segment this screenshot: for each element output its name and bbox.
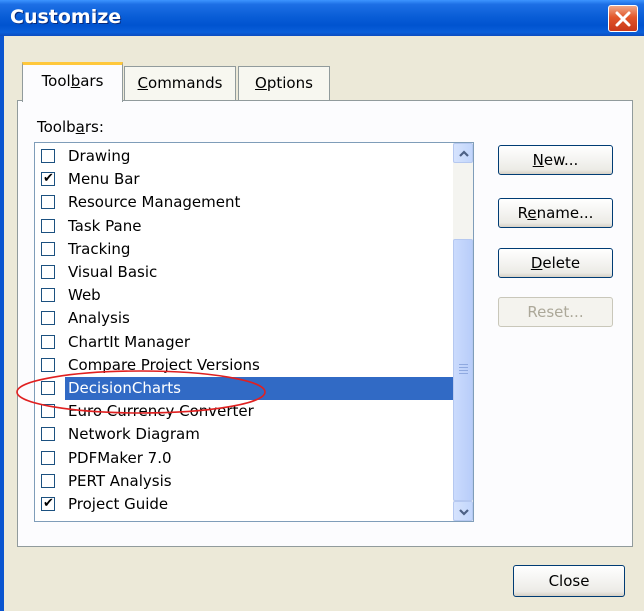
toolbar-checkbox[interactable] [41,218,55,233]
toolbar-label: PDFMaker 7.0 [68,448,172,467]
toolbars-list-label: Toolbars: [37,118,104,136]
toolbar-label: Menu Bar [68,170,140,189]
toolbar-list-item[interactable]: PERT Analysis [35,470,453,493]
scroll-thumb[interactable] [453,239,473,501]
customize-dialog: Customize Toolbars Commands Options Tool… [0,0,644,611]
toolbar-label: Drawing [68,147,131,165]
rename-button[interactable]: Rename... [498,198,613,228]
check-icon: ✔ [43,496,54,511]
toolbar-label: Euro Currency Converter [68,402,254,421]
toolbar-list-item[interactable]: Analysis [35,307,453,330]
check-icon: ✔ [43,171,54,187]
toolbar-label: Resource Management [68,193,241,212]
toolbar-checkbox[interactable] [41,195,55,210]
toolbar-list-item[interactable]: Tracking [35,238,453,261]
toolbar-checkbox[interactable] [41,427,55,442]
toolbar-label: ChartIt Manager [68,332,191,351]
toolbar-list-item[interactable]: ✔ Project Guide [35,493,453,516]
close-button[interactable]: Close [513,565,625,597]
toolbar-label: Compare Project Versions [68,355,260,374]
window-frame-left [0,36,4,611]
toolbar-label: Analysis [68,309,130,328]
reset-button[interactable]: Reset... [498,297,613,327]
toolbar-list-item[interactable]: Resource Management [35,191,453,214]
toolbar-list-item[interactable]: ✔ Menu Bar [35,168,453,191]
toolbar-list-item[interactable]: Web [35,284,453,307]
toolbar-checkbox[interactable] [41,404,55,419]
tab-commands[interactable]: Commands [124,66,236,100]
toolbar-label: Project Guide [68,495,169,513]
toolbar-checkbox[interactable] [41,473,55,488]
toolbar-list-item[interactable]: PDFMaker 7.0 [35,447,453,470]
window-title: Customize [10,6,122,28]
scroll-down-button[interactable] [453,501,473,521]
toolbar-checkbox[interactable] [41,357,55,372]
toolbar-label: Visual Basic [68,263,158,281]
toolbar-label: Web [68,286,101,305]
toolbar-list-item[interactable]: Compare Project Versions [35,354,453,377]
title-bar[interactable]: Customize [0,0,644,36]
tab-options[interactable]: Options [238,66,330,100]
scroll-up-button[interactable] [453,143,473,163]
toolbar-checkbox[interactable] [41,311,55,326]
toolbar-checkbox[interactable] [41,241,55,256]
toolbar-list-item[interactable]: Network Diagram [35,423,453,446]
new-button[interactable]: New... [498,145,613,175]
toolbar-label: Task Pane [68,216,142,235]
toolbar-checkbox[interactable]: ✔ [41,171,55,187]
toolbar-checkbox[interactable] [41,149,55,163]
toolbars-listbox[interactable]: Drawing ✔ Menu Bar Resource Management Task … [34,142,474,522]
vertical-scrollbar[interactable] [453,143,473,521]
toolbar-checkbox[interactable] [41,334,55,349]
toolbar-label: Tracking [68,239,131,258]
chevron-down-icon [459,509,469,516]
toolbar-label: PERT Analysis [68,471,172,490]
toolbar-list-item[interactable]: Euro Currency Converter [35,400,453,423]
toolbar-list-item[interactable]: Task Pane [35,215,453,238]
toolbar-checkbox[interactable] [41,265,55,279]
tab-toolbars[interactable]: Toolbars [22,62,123,102]
toolbar-checkbox[interactable] [41,288,55,303]
toolbar-label: Network Diagram [68,425,200,444]
toolbar-label: DecisionCharts [65,377,453,400]
toolbar-list-item[interactable]: ChartIt Manager [35,331,453,354]
toolbar-checkbox[interactable] [41,450,55,465]
toolbar-list-item[interactable]: Drawing [35,145,453,168]
window-close-button[interactable] [608,5,638,32]
delete-button[interactable]: Delete [498,248,613,278]
toolbar-checkbox[interactable] [41,381,55,395]
close-icon [615,11,631,27]
toolbar-list-item[interactable]: DecisionCharts [35,377,453,400]
toolbar-list-item[interactable]: Visual Basic [35,261,453,284]
chevron-up-icon [459,150,469,157]
toolbar-checkbox[interactable]: ✔ [41,497,55,511]
